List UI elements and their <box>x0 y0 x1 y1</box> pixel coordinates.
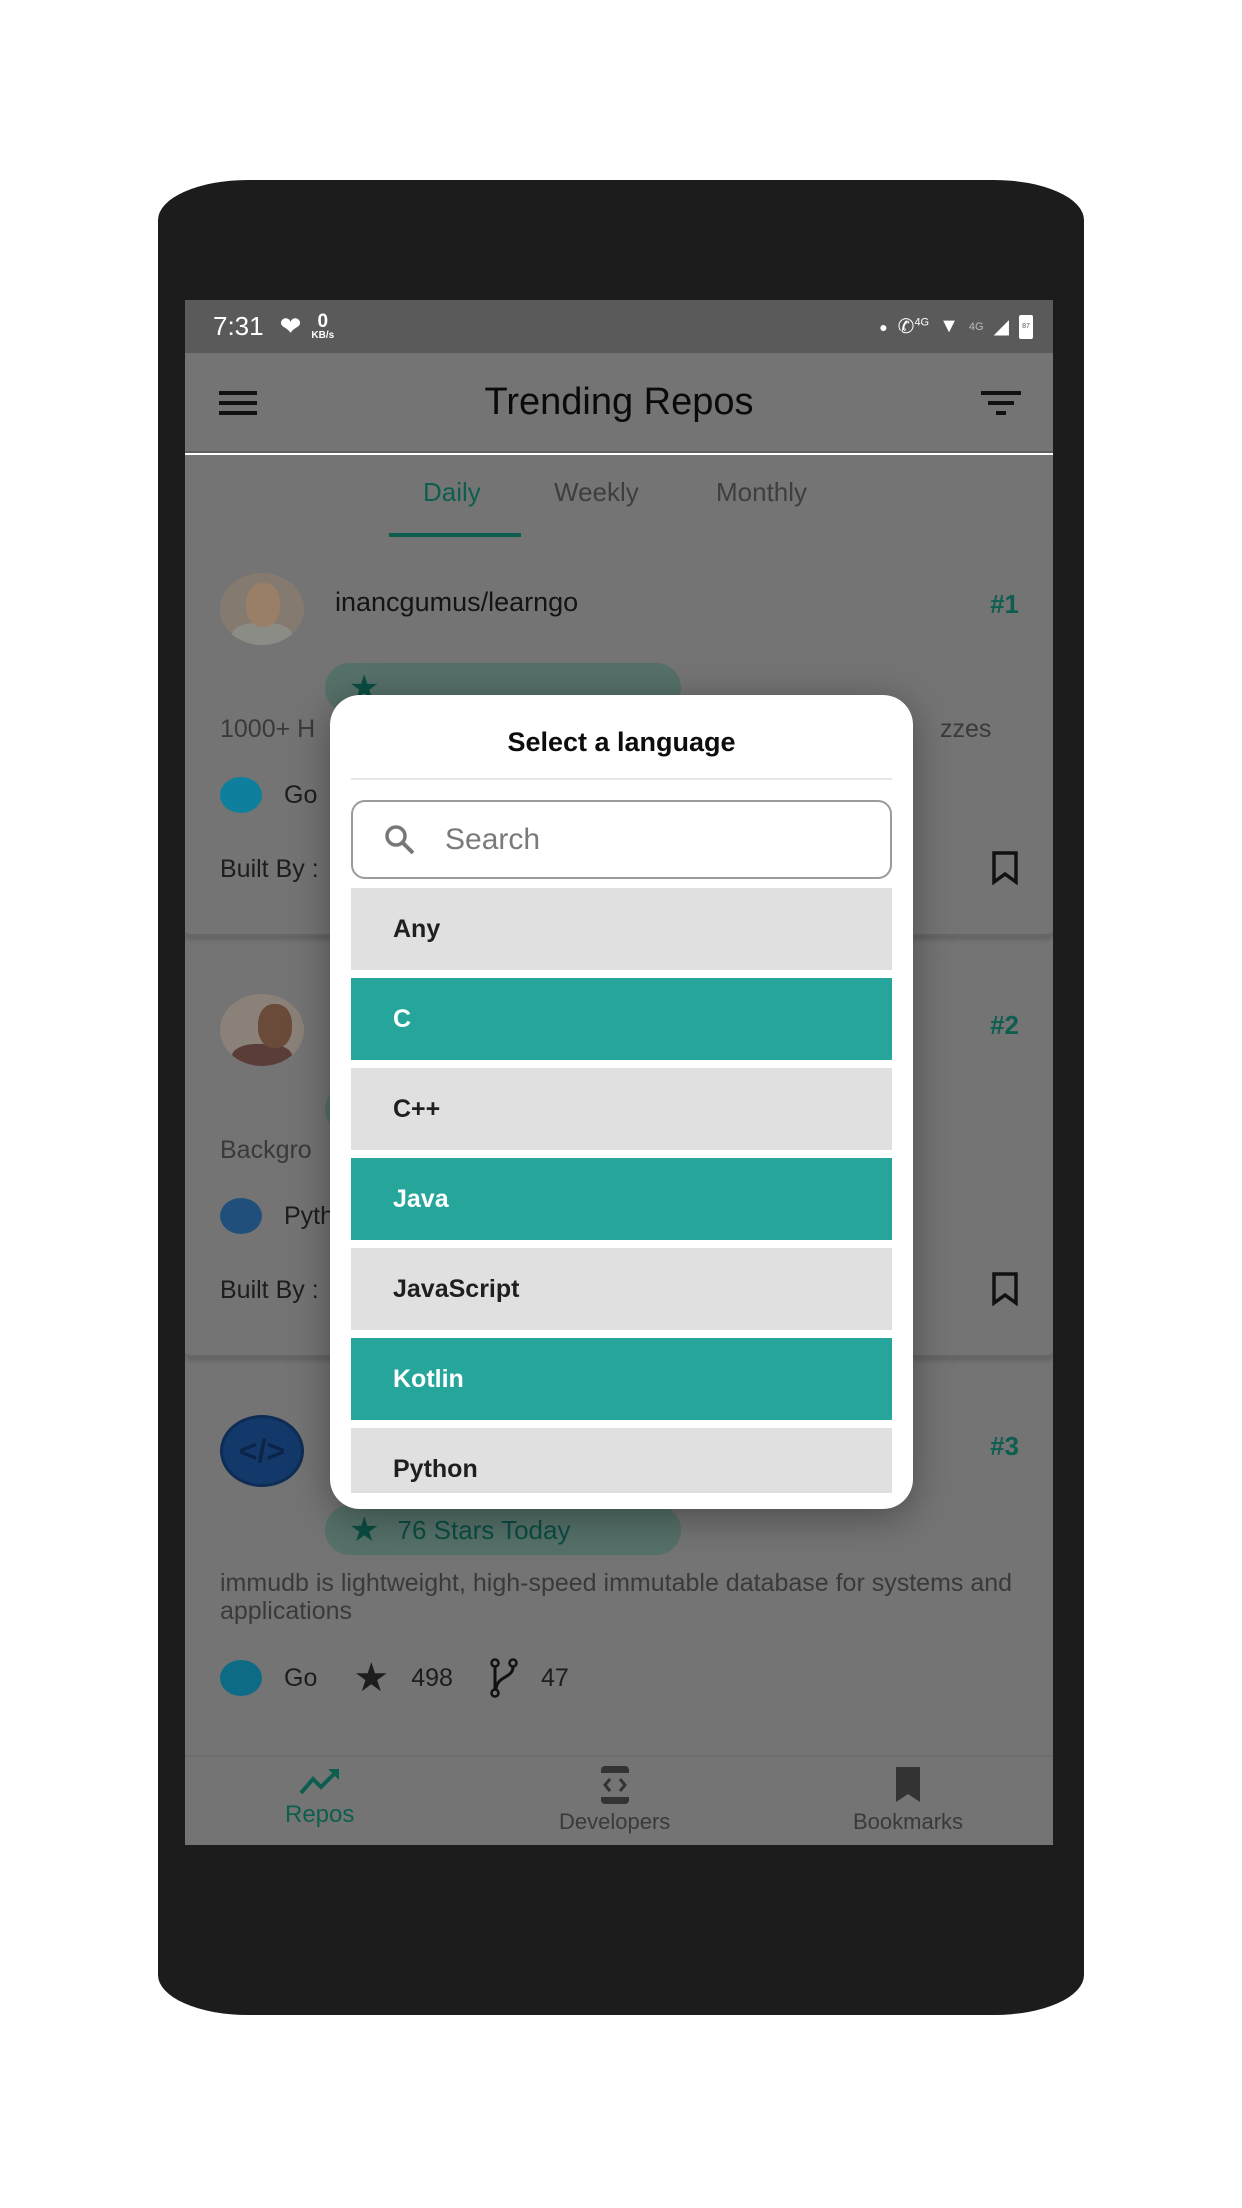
nav-bookmarks[interactable]: Bookmarks <box>853 1765 963 1835</box>
search-icon <box>385 824 415 854</box>
star-icon: ★ <box>353 1656 390 1700</box>
notification-dot-icon: ● <box>879 318 888 335</box>
built-by-label: Built By : <box>220 855 319 883</box>
tab-weekly[interactable]: Weekly <box>554 477 639 508</box>
language-dialog: Select a language Any C C++ Java JavaScr… <box>330 695 913 1509</box>
filter-icon[interactable] <box>981 391 1021 417</box>
language-option-c[interactable]: C <box>351 978 892 1060</box>
nav-developers-label: Developers <box>559 1809 671 1834</box>
owner-avatar[interactable] <box>220 573 304 645</box>
dialog-title: Select a language <box>507 727 736 757</box>
nav-repos-label: Repos <box>285 1801 355 1828</box>
network-speed-value: 0 <box>317 311 329 332</box>
language-color-dot <box>220 777 262 813</box>
repo-description: immudb is lightweight, high-speed immuta… <box>220 1569 1013 1625</box>
repo-name[interactable]: inancgumus/learngo <box>335 587 578 618</box>
volte-call-icon: ✆4G <box>897 316 930 338</box>
repo-rank: #1 <box>990 589 1019 619</box>
network-speed-unit: KB/s <box>311 330 335 341</box>
repo-description-tail: zzes <box>940 715 992 743</box>
battery-level: 87 <box>1022 323 1030 330</box>
bottom-navigation: Repos Developers Bookmarks <box>185 1755 1053 1845</box>
language-option-python[interactable]: Python <box>351 1428 892 1493</box>
status-icons: ● ✆4G ▼ 4G ◢ 87 <box>879 314 1033 339</box>
language-option-javascript[interactable]: JavaScript <box>351 1248 892 1330</box>
language-list[interactable]: Any C C++ Java JavaScript Kotlin Python <box>351 888 892 1493</box>
repo-language: Pyth <box>284 1201 335 1230</box>
repo-meta: Go <box>220 777 317 813</box>
network-speed: 0 KB/s <box>311 312 334 341</box>
trending-up-icon <box>299 1769 339 1795</box>
signal-icon: ◢ <box>993 316 1009 338</box>
owner-avatar[interactable]: </> <box>220 1415 304 1487</box>
repo-rank: #3 <box>990 1431 1019 1461</box>
bookmark-outline-icon[interactable] <box>991 1272 1019 1306</box>
menu-icon[interactable] <box>219 391 257 415</box>
repo-meta: Pyth <box>220 1198 334 1234</box>
language-color-dot <box>220 1198 262 1234</box>
bookmark-icon <box>896 1767 921 1802</box>
repo-stars: 498 <box>411 1663 453 1692</box>
network-type-label: 4G <box>968 320 984 333</box>
repo-meta: Go ★ 498 47 <box>220 1655 569 1701</box>
language-search-box[interactable] <box>351 800 892 879</box>
bookmark-outline-icon[interactable] <box>991 851 1019 885</box>
developer-mode-icon <box>600 1766 629 1804</box>
wifi-icon: ▼ <box>939 315 959 337</box>
language-option-java[interactable]: Java <box>351 1158 892 1240</box>
owner-avatar[interactable] <box>220 994 304 1066</box>
built-by-label: Built By : <box>220 1276 319 1304</box>
tab-monthly[interactable]: Monthly <box>716 477 807 508</box>
period-tabs: Daily Weekly Monthly <box>185 455 1053 537</box>
health-heart-icon: ❤ <box>279 311 302 341</box>
nav-bookmarks-label: Bookmarks <box>853 1809 964 1834</box>
page-title: Trending Repos <box>484 380 754 423</box>
dialog-divider <box>351 778 892 780</box>
fork-icon <box>490 1658 518 1698</box>
nav-repos[interactable]: Repos <box>285 1765 354 1829</box>
status-time: 7:31 <box>213 311 264 341</box>
star-icon: ★ <box>349 1511 380 1549</box>
nav-developers[interactable]: Developers <box>559 1765 670 1835</box>
language-option-cpp[interactable]: C++ <box>351 1068 892 1150</box>
app-bar: Trending Repos <box>185 353 1053 453</box>
tab-daily[interactable]: Daily <box>423 477 481 508</box>
stars-today-text: 76 Stars Today <box>397 1514 571 1545</box>
language-option-any[interactable]: Any <box>351 888 892 970</box>
language-color-dot <box>220 1660 262 1696</box>
repo-language: Go <box>284 780 318 809</box>
stars-today-chip: ★ 76 Stars Today <box>325 1505 681 1555</box>
repo-language: Go <box>284 1663 318 1692</box>
repo-rank: #2 <box>990 1010 1019 1040</box>
language-search-input[interactable] <box>445 822 865 857</box>
repo-forks: 47 <box>540 1663 569 1692</box>
battery-icon: 87 <box>1019 314 1033 339</box>
status-bar: 7:31 ❤ 0 KB/s ● ✆4G ▼ 4G ◢ 87 <box>185 300 1053 353</box>
language-option-kotlin[interactable]: Kotlin <box>351 1338 892 1420</box>
